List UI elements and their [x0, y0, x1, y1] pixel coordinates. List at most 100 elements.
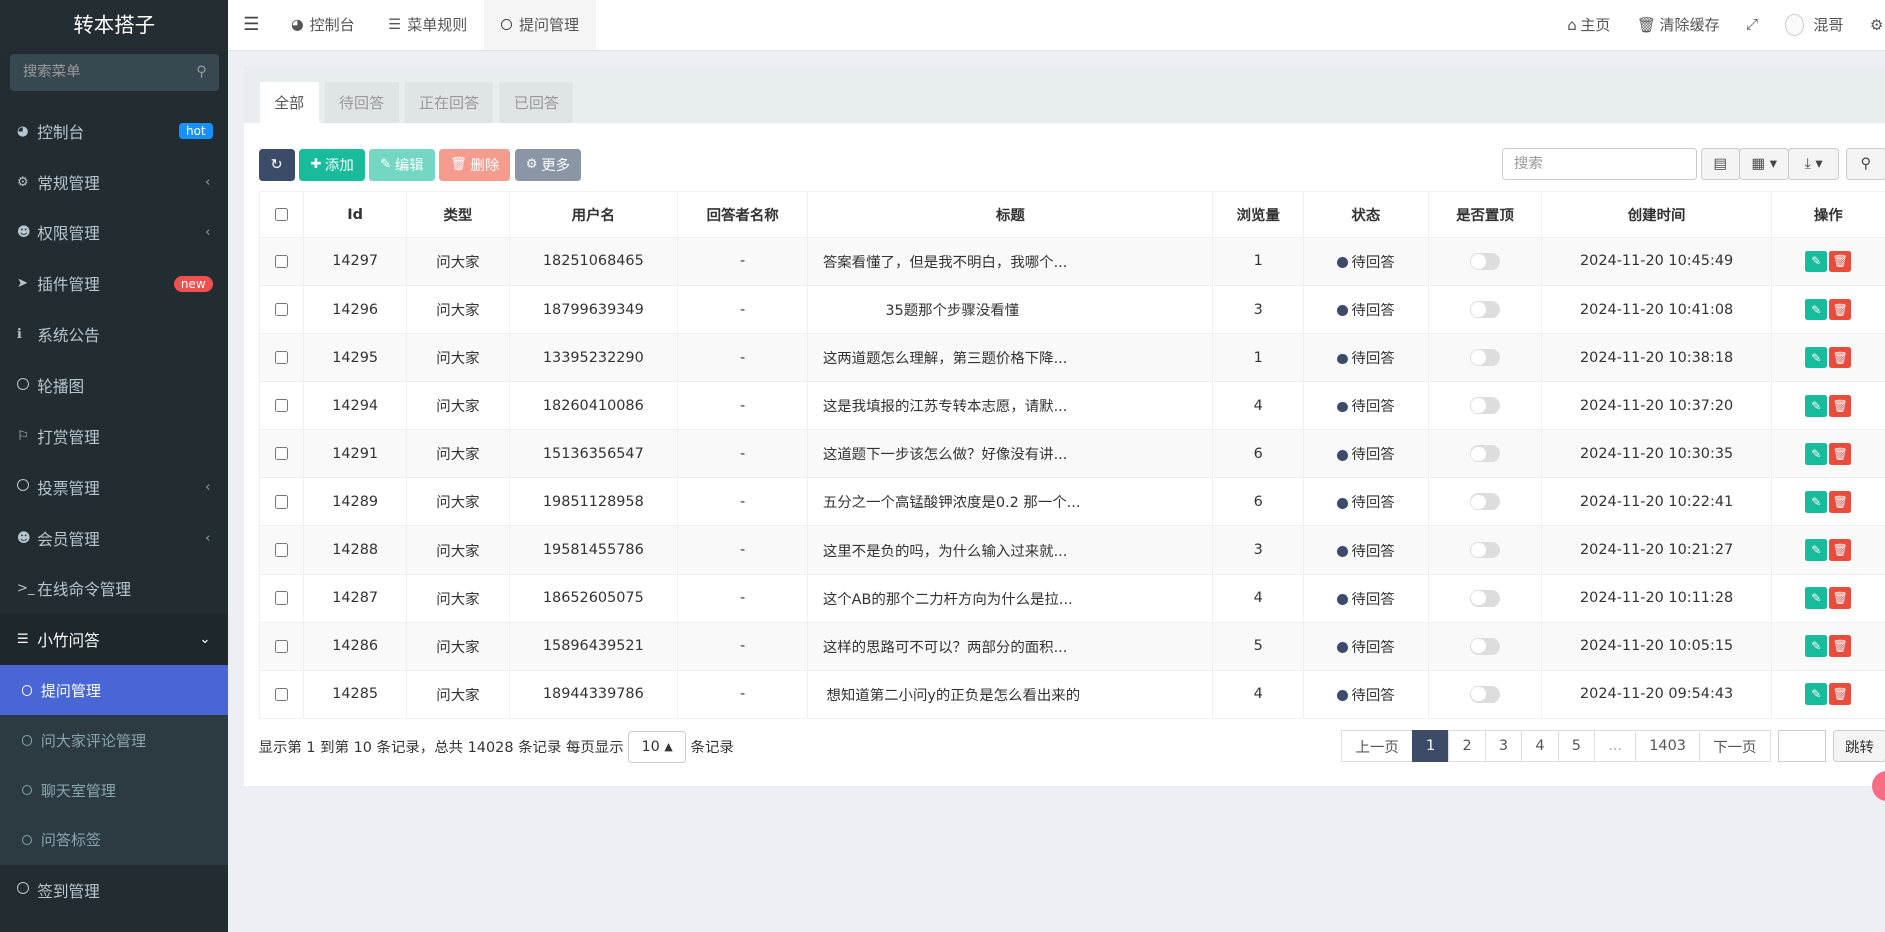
table-row[interactable]: 14289 问大家 19851128958- 五分之一个高锰酸钾浓度是0.2 那一个.… [258, 477, 1885, 527]
row-checkbox[interactable] [274, 495, 289, 509]
edit-row-button[interactable]: ✎ [1805, 394, 1828, 417]
tab-menu-rules[interactable]: ☰ 菜单规则 [371, 0, 484, 50]
table-row[interactable]: 14286 问大家 15896439521- 这样的思路可不可以？两部分的面积... 5… [258, 621, 1885, 671]
tab-answering[interactable]: 正在回答 [404, 81, 494, 123]
delete-row-button[interactable]: 🗑 [1829, 491, 1852, 513]
pinned-toggle[interactable] [1469, 685, 1500, 703]
fullscreen-icon[interactable]: ⤢ [1733, 15, 1771, 34]
sidebar-item-reward[interactable]: ⚐ 打赏管理 [0, 411, 228, 462]
sidebar-item-carousel[interactable]: 轮播图 [0, 360, 228, 411]
pinned-toggle[interactable] [1469, 637, 1500, 655]
export-icon[interactable]: ⤓ ▾ [1788, 147, 1839, 181]
delete-button[interactable]: 🗑 删除 [439, 148, 511, 181]
sidebar-subitem-chatroom[interactable]: 聊天室管理 [0, 765, 228, 815]
delete-row-button[interactable]: 🗑 [1829, 442, 1852, 465]
gear-icon[interactable]: ⚙ [1857, 16, 1885, 34]
pinned-toggle[interactable] [1469, 493, 1500, 511]
sidebar-item-auth[interactable]: ☻ 权限管理 ‹ [0, 208, 228, 259]
table-row[interactable]: 14294 问大家 18260410086- 这是我填报的江苏专转本志愿，请默... 4… [258, 381, 1885, 431]
tab-dashboard[interactable]: ◕ 控制台 [274, 0, 371, 50]
sidebar-subitem-comments[interactable]: 问大家评论管理 [0, 715, 228, 765]
edit-row-button[interactable]: ✎ [1805, 346, 1828, 369]
row-checkbox[interactable] [274, 399, 289, 413]
tab-questions[interactable]: 提问管理 [484, 0, 596, 50]
more-button[interactable]: ⚙ 更多 [514, 148, 581, 181]
col-user[interactable]: 用户名 [508, 191, 678, 238]
col-views[interactable]: 浏览量 [1212, 191, 1305, 238]
delete-row-button[interactable]: 🗑 [1829, 683, 1852, 706]
col-title[interactable]: 标题 [807, 191, 1214, 238]
edit-row-button[interactable]: ✎ [1805, 250, 1828, 273]
delete-row-button[interactable]: 🗑 [1829, 587, 1852, 609]
edit-row-button[interactable]: ✎ [1805, 635, 1828, 657]
row-checkbox[interactable] [274, 447, 289, 461]
table-row[interactable]: 14285 问大家 18944339786- 想知道第二小问y的正负是怎么看出来的 4 待… [258, 669, 1885, 719]
row-checkbox[interactable] [274, 351, 289, 365]
menu-search-input[interactable]: 搜索菜单 ⚲ [9, 54, 219, 92]
edit-row-button[interactable]: ✎ [1805, 539, 1828, 561]
row-checkbox[interactable] [274, 302, 289, 317]
delete-row-button[interactable]: 🗑 [1829, 635, 1852, 657]
search-icon[interactable]: ⚲ [1846, 147, 1885, 181]
page-button[interactable]: 2 [1448, 729, 1486, 763]
table-row[interactable]: 14296 问大家 18799639349-35题那个步骤没看懂 3 待回答 2024-1… [258, 284, 1885, 335]
page-button[interactable]: 3 [1484, 729, 1523, 763]
col-created[interactable]: 创建时间 [1541, 191, 1772, 238]
user-menu[interactable]: 混哥 [1771, 13, 1856, 36]
delete-row-button[interactable]: 🗑 [1829, 250, 1852, 273]
jump-button[interactable]: 跳转 [1833, 729, 1885, 763]
edit-row-button[interactable]: ✎ [1805, 442, 1828, 465]
table-row[interactable]: 14297 问大家 18251068465- 答案看懂了，但是我不明白，我哪个... 1… [258, 236, 1885, 286]
sidebar-item-qa[interactable]: ☰ 小竹问答 ⌄ [0, 614, 229, 666]
table-search-input[interactable]: 搜索 [1502, 147, 1697, 181]
row-checkbox[interactable] [274, 254, 289, 269]
col-id[interactable]: Id [303, 191, 408, 238]
edit-row-button[interactable]: ✎ [1805, 491, 1828, 513]
refresh-button[interactable]: ↻ [258, 148, 295, 181]
toggle-view-icon[interactable]: ▤ [1700, 147, 1741, 181]
menu-toggle-icon[interactable]: ☰ [228, 14, 274, 35]
tab-answered[interactable]: 已回答 [499, 81, 574, 123]
col-pinned[interactable]: 是否置顶 [1427, 191, 1543, 238]
edit-row-button[interactable]: ✎ [1805, 298, 1828, 321]
pinned-toggle[interactable] [1469, 589, 1500, 607]
page-button[interactable]: 1 [1411, 729, 1450, 763]
next-page-button[interactable]: 下一页 [1698, 729, 1771, 763]
delete-row-button[interactable]: 🗑 [1829, 394, 1852, 417]
sidebar-item-checkin[interactable]: 签到管理 [0, 865, 228, 916]
page-button[interactable]: 4 [1521, 729, 1559, 763]
pinned-toggle[interactable] [1469, 301, 1500, 318]
table-row[interactable]: 14287 问大家 18652605075- 这个AB的那个二力杆方向为什么是拉...… [258, 573, 1885, 623]
row-checkbox[interactable] [274, 591, 289, 605]
jump-page-input[interactable] [1777, 729, 1826, 763]
row-checkbox[interactable] [274, 687, 289, 701]
sidebar-subitem-tags[interactable]: 问答标签 [0, 815, 228, 865]
col-answerer[interactable]: 回答者名称 [676, 191, 809, 238]
delete-row-button[interactable]: 🗑 [1829, 539, 1852, 561]
prev-page-button[interactable]: 上一页 [1341, 729, 1413, 763]
tab-all[interactable]: 全部 [259, 81, 319, 123]
delete-row-button[interactable]: 🗑 [1829, 346, 1852, 369]
sidebar-item-plugins[interactable]: ➤ 插件管理 new [0, 258, 228, 309]
sidebar-item-general[interactable]: ⚙ 常规管理 ‹ [0, 157, 228, 208]
table-row[interactable]: 14291 问大家 15136356547- 这道题下一步该怎么做？好像没有讲... 6… [258, 429, 1885, 479]
sidebar-item-dashboard[interactable]: ◕ 控制台 hot [0, 106, 228, 157]
page-button[interactable]: 5 [1557, 729, 1596, 763]
sidebar-item-command[interactable]: >_ 在线命令管理 [0, 564, 228, 615]
sidebar-item-vote[interactable]: 投票管理 ‹ [0, 462, 228, 513]
sidebar-item-member[interactable]: ☻ 会员管理 ‹ [0, 513, 228, 564]
page-size-select[interactable]: 10 ▲ [628, 730, 686, 764]
table-row[interactable]: 14288 问大家 19581455786- 这里不是负的吗，为什么输入过来就... 3… [258, 525, 1885, 575]
tab-pending[interactable]: 待回答 [324, 81, 399, 123]
edit-row-button[interactable]: ✎ [1805, 683, 1828, 706]
delete-row-button[interactable]: 🗑 [1829, 298, 1852, 321]
pinned-toggle[interactable] [1469, 541, 1500, 559]
pinned-toggle[interactable] [1469, 397, 1500, 415]
pinned-toggle[interactable] [1469, 253, 1500, 270]
row-checkbox[interactable] [274, 543, 289, 557]
home-link[interactable]: ⌂ 主页 [1554, 14, 1624, 35]
clear-cache-button[interactable]: 🗑 清除缓存 [1624, 14, 1733, 35]
col-status[interactable]: 状态 [1303, 191, 1429, 238]
row-checkbox[interactable] [274, 639, 289, 653]
columns-icon[interactable]: ▦ ▾ [1738, 147, 1790, 181]
